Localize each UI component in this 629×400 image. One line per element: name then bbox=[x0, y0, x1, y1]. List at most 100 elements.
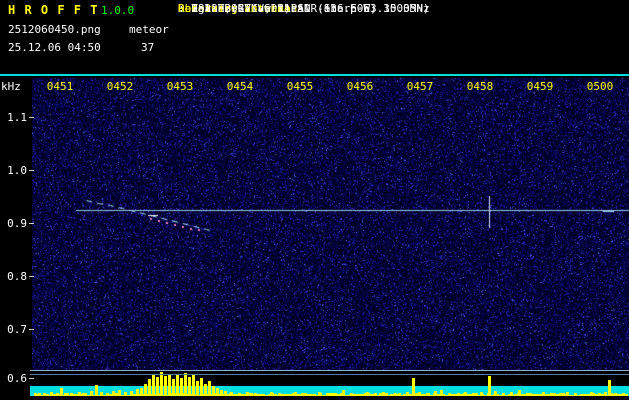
freq-tick-mark bbox=[29, 329, 34, 330]
activity-bar bbox=[326, 393, 329, 396]
freq-tick-mark bbox=[29, 223, 34, 224]
x-axis-time-label: 0451 bbox=[47, 80, 74, 93]
activity-bar bbox=[188, 377, 191, 396]
activity-bar bbox=[246, 392, 249, 396]
y-axis-freq-label: 0.6 bbox=[0, 372, 27, 385]
meteor-count: 37 bbox=[141, 41, 154, 54]
activity-bar bbox=[204, 384, 207, 396]
y-axis-freq-label: 0.8 bbox=[0, 270, 27, 283]
activity-bar bbox=[480, 392, 483, 396]
freq-tick-mark bbox=[29, 378, 34, 379]
activity-bar bbox=[220, 390, 223, 396]
x-axis-time-label: 0458 bbox=[467, 80, 494, 93]
x-axis-time-label: 0459 bbox=[527, 80, 554, 93]
activity-bar bbox=[38, 393, 41, 396]
activity-bar bbox=[50, 392, 53, 396]
observation-mode: meteor bbox=[129, 23, 169, 36]
activity-bar bbox=[534, 394, 537, 396]
activity-bar bbox=[526, 393, 529, 396]
activity-bar bbox=[542, 392, 545, 396]
activity-bar bbox=[426, 393, 429, 396]
activity-bar bbox=[382, 392, 385, 396]
x-axis-time-label: 0457 bbox=[407, 80, 434, 93]
activity-bar bbox=[136, 389, 139, 396]
activity-bar bbox=[176, 374, 179, 396]
activity-bar bbox=[148, 379, 151, 396]
freq-tick-mark bbox=[29, 117, 34, 118]
activity-bar bbox=[518, 390, 521, 396]
activity-bar bbox=[464, 392, 467, 396]
activity-bar bbox=[302, 393, 305, 396]
activity-bar bbox=[406, 392, 409, 396]
activity-bar bbox=[334, 394, 337, 396]
activity-bar bbox=[230, 392, 233, 396]
activity-bar bbox=[156, 377, 159, 396]
activity-bar bbox=[200, 378, 203, 396]
graph-separator-line bbox=[30, 374, 629, 375]
signal-activity-graph bbox=[30, 372, 629, 400]
activity-bar bbox=[488, 376, 491, 396]
activity-bar bbox=[608, 380, 611, 396]
freq-tick-mark bbox=[29, 170, 34, 171]
x-axis-time-label: 0452 bbox=[107, 80, 134, 93]
activity-bar bbox=[366, 392, 369, 396]
activity-bar bbox=[112, 391, 115, 396]
activity-bar bbox=[152, 374, 155, 396]
activity-bar bbox=[566, 392, 569, 396]
activity-bar bbox=[502, 393, 505, 396]
activity-bar bbox=[124, 392, 127, 396]
activity-bar bbox=[44, 394, 47, 396]
activity-bar bbox=[78, 392, 81, 396]
activity-bar bbox=[168, 374, 171, 396]
activity-bar bbox=[412, 378, 415, 396]
activity-bar bbox=[448, 393, 451, 396]
activity-bar bbox=[350, 393, 353, 396]
info-value: : 2el-HB9CV Vertical (el. E-W) bbox=[178, 2, 377, 15]
graph-separator-line bbox=[30, 370, 629, 371]
spectrogram-canvas bbox=[32, 78, 629, 370]
y-axis-freq-label: 1.0 bbox=[0, 164, 27, 177]
activity-bar bbox=[472, 393, 475, 396]
activity-bar bbox=[216, 388, 219, 396]
activity-bar bbox=[374, 393, 377, 396]
activity-bar bbox=[84, 393, 87, 396]
activity-bar bbox=[224, 391, 227, 396]
header-separator-line bbox=[0, 74, 629, 76]
activity-bar bbox=[72, 394, 75, 396]
activity-bar bbox=[390, 394, 393, 396]
activity-bar bbox=[118, 390, 121, 396]
activity-bar bbox=[398, 393, 401, 396]
activity-bar bbox=[558, 394, 561, 396]
activity-bar bbox=[614, 393, 617, 396]
app-title: H R O F F T bbox=[8, 3, 98, 17]
activity-bar bbox=[184, 373, 187, 396]
activity-bar bbox=[56, 393, 59, 396]
app-version: 1.0.0 bbox=[101, 4, 134, 17]
activity-bar bbox=[106, 393, 109, 396]
activity-bar bbox=[418, 392, 421, 396]
activity-bar bbox=[238, 393, 241, 396]
activity-bar bbox=[620, 394, 623, 396]
activity-bar bbox=[358, 394, 361, 396]
activity-bar bbox=[494, 391, 497, 396]
activity-bar bbox=[254, 393, 257, 396]
activity-bar bbox=[66, 393, 69, 396]
activity-bar bbox=[192, 375, 195, 396]
activity-bar bbox=[598, 393, 601, 396]
activity-bar bbox=[574, 393, 577, 396]
activity-bar bbox=[90, 391, 93, 396]
activity-bar bbox=[95, 385, 98, 396]
activity-bar bbox=[180, 378, 183, 396]
activity-bar bbox=[130, 391, 133, 396]
activity-bar bbox=[208, 381, 211, 396]
activity-bar bbox=[456, 394, 459, 396]
y-axis-freq-label: 0.9 bbox=[0, 217, 27, 230]
activity-bar bbox=[318, 392, 321, 396]
activity-bar bbox=[604, 392, 607, 396]
activity-bar bbox=[434, 391, 437, 396]
freq-tick-mark bbox=[29, 276, 34, 277]
x-axis-time-label: 0454 bbox=[227, 80, 254, 93]
activity-bar bbox=[60, 388, 63, 396]
activity-bar bbox=[160, 372, 163, 396]
x-axis-time-label: 0500 bbox=[587, 80, 614, 93]
